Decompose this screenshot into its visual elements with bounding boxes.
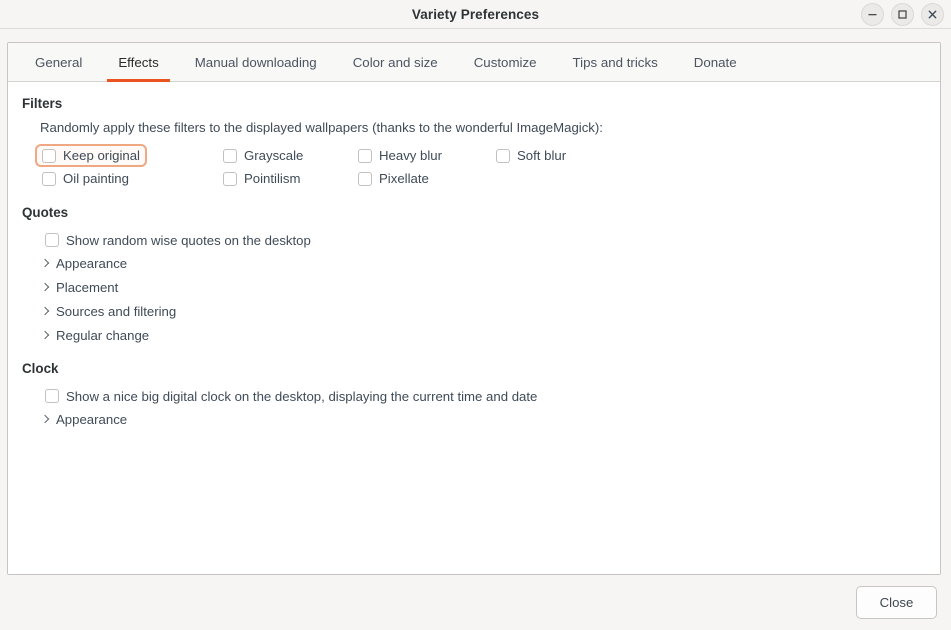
- window-controls: [861, 0, 944, 29]
- checkbox-box[interactable]: [223, 148, 237, 163]
- chevron-right-icon: [41, 257, 50, 270]
- expander-label: Sources and filtering: [56, 303, 177, 319]
- chevron-right-icon: [41, 329, 50, 342]
- filter-pointilism[interactable]: Pointilism: [216, 167, 307, 190]
- filter-grayscale[interactable]: Grayscale: [216, 144, 310, 167]
- checkbox-box[interactable]: [45, 233, 59, 247]
- minimize-button[interactable]: [861, 3, 884, 26]
- clock-show-label: Show a nice big digital clock on the des…: [66, 388, 538, 404]
- checkbox-box[interactable]: [45, 389, 59, 403]
- filters-section: Filters Randomly apply these filters to …: [22, 96, 940, 191]
- checkbox-box[interactable]: [358, 148, 372, 163]
- clock-section-title: Clock: [22, 361, 59, 376]
- clock-show-checkbox-row[interactable]: Show a nice big digital clock on the des…: [45, 385, 940, 407]
- tab-bar: General Effects Manual downloading Color…: [8, 43, 940, 82]
- maximize-button[interactable]: [891, 3, 914, 26]
- dialog-action-bar: Close: [0, 575, 951, 630]
- checkbox-box[interactable]: [223, 171, 237, 186]
- expander-label: Regular change: [56, 327, 150, 343]
- filter-label: Keep original: [63, 148, 140, 163]
- quotes-section: Quotes Show random wise quotes on the de…: [22, 205, 940, 347]
- window-titlebar: Variety Preferences: [0, 0, 951, 29]
- filter-label: Pointilism: [244, 171, 301, 186]
- checkbox-box[interactable]: [42, 171, 56, 186]
- preferences-notebook: General Effects Manual downloading Color…: [7, 42, 941, 575]
- tab-label: Manual downloading: [194, 54, 317, 70]
- quotes-expander-appearance[interactable]: Appearance: [41, 251, 940, 275]
- tab-customize[interactable]: Customize: [456, 43, 555, 81]
- tab-manual-downloading[interactable]: Manual downloading: [177, 43, 335, 81]
- filter-heavy-blur[interactable]: Heavy blur: [351, 144, 449, 167]
- filters-description: Randomly apply these filters to the disp…: [40, 120, 603, 135]
- tab-effects[interactable]: Effects: [100, 43, 176, 82]
- tab-label: Tips and tricks: [572, 54, 658, 70]
- close-button[interactable]: [921, 3, 944, 26]
- tab-label: Color and size: [352, 54, 438, 70]
- chevron-right-icon: [41, 413, 50, 426]
- minimize-icon: [868, 14, 877, 16]
- filter-label: Heavy blur: [379, 148, 443, 163]
- tab-label: Donate: [693, 54, 737, 70]
- quotes-expander-placement[interactable]: Placement: [41, 275, 940, 299]
- tab-tips-and-tricks[interactable]: Tips and tricks: [555, 43, 676, 81]
- filter-soft-blur[interactable]: Soft blur: [489, 144, 573, 167]
- filter-pixellate[interactable]: Pixellate: [351, 167, 436, 190]
- tab-donate[interactable]: Donate: [676, 43, 755, 81]
- effects-page: Filters Randomly apply these filters to …: [8, 82, 940, 574]
- window-title: Variety Preferences: [411, 6, 540, 22]
- chevron-right-icon: [41, 281, 50, 294]
- close-dialog-button[interactable]: Close: [856, 586, 937, 619]
- tab-label: General: [35, 54, 83, 70]
- filter-oil-painting[interactable]: Oil painting: [35, 167, 136, 190]
- expander-label: Appearance: [56, 411, 128, 427]
- checkbox-box[interactable]: [496, 148, 510, 163]
- clock-section: Clock Show a nice big digital clock on t…: [22, 361, 940, 431]
- maximize-icon: [898, 10, 907, 19]
- checkbox-box[interactable]: [42, 148, 56, 163]
- tab-general[interactable]: General: [17, 43, 100, 81]
- filter-label: Oil painting: [63, 171, 129, 186]
- quotes-expander-sources-and-filtering[interactable]: Sources and filtering: [41, 299, 940, 323]
- filter-label: Grayscale: [244, 148, 304, 163]
- checkbox-box[interactable]: [358, 171, 372, 186]
- tab-label: Effects: [118, 54, 159, 70]
- filter-keep-original[interactable]: Keep original: [35, 144, 147, 167]
- filter-label: Pixellate: [379, 171, 429, 186]
- close-icon: [928, 10, 937, 19]
- tab-color-and-size[interactable]: Color and size: [335, 43, 456, 81]
- tab-label: Customize: [473, 54, 537, 70]
- expander-label: Appearance: [56, 255, 128, 271]
- filters-section-title: Filters: [22, 96, 63, 111]
- quotes-section-title: Quotes: [22, 205, 69, 220]
- quotes-show-label: Show random wise quotes on the desktop: [66, 232, 311, 248]
- expander-label: Placement: [56, 279, 119, 295]
- chevron-right-icon: [41, 305, 50, 318]
- quotes-show-checkbox-row[interactable]: Show random wise quotes on the desktop: [45, 229, 940, 251]
- filter-label: Soft blur: [517, 148, 567, 163]
- filters-checkbox-grid: Keep original Oil painting Grayscale Poi…: [35, 144, 940, 191]
- quotes-expander-regular-change[interactable]: Regular change: [41, 323, 940, 347]
- clock-expander-appearance[interactable]: Appearance: [41, 407, 940, 431]
